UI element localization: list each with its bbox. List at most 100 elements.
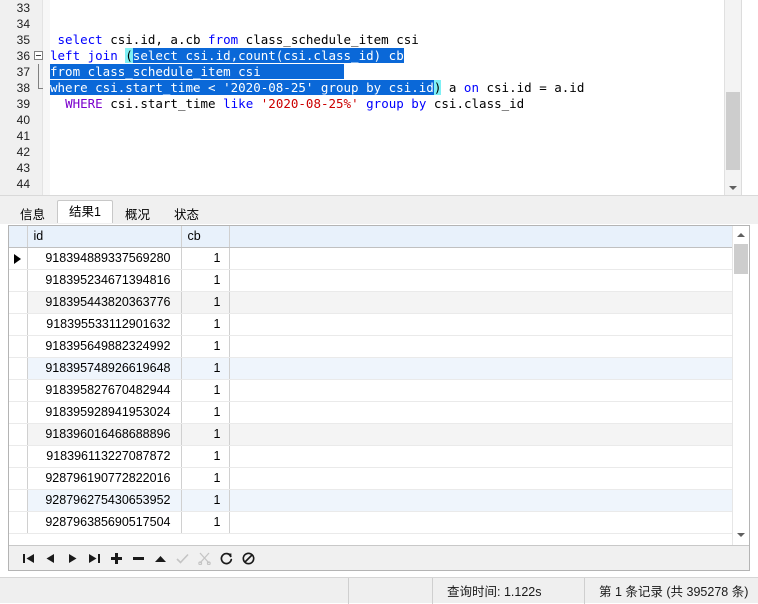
result-grid-pane[interactable]: id cb 918394889337569280 1 918395234671394… [8, 225, 750, 571]
result-tab-bar[interactable]: 信息 结果1 概况 状态 [0, 196, 758, 224]
first-record-icon[interactable] [17, 547, 39, 569]
sql-code-area[interactable]: 33 34 35 select csi.id, a.cb from class_sc… [0, 0, 741, 195]
code-line[interactable]: 42 [0, 144, 741, 160]
grid-scroll-up-button[interactable] [733, 226, 749, 243]
table-row[interactable]: 928796385690517504 1 [9, 511, 733, 534]
code-line[interactable]: 40 [0, 112, 741, 128]
result-tab-strip[interactable]: 信息 结果1 概况 状态 [8, 200, 211, 224]
table-row[interactable]: 918395928941953024 1 [9, 401, 733, 424]
result-table[interactable]: id cb 918394889337569280 1 918395234671394… [9, 226, 733, 534]
column-header-cb[interactable]: cb [181, 226, 230, 248]
table-row[interactable]: 918395533112901632 1 [9, 313, 733, 336]
row-marker-cell[interactable] [9, 357, 28, 380]
cell-id[interactable]: 918395928941953024 [27, 401, 182, 424]
previous-record-icon[interactable] [39, 547, 61, 569]
code-line[interactable]: 37 from class_schedule_item csi [0, 64, 741, 80]
cell-cb[interactable]: 1 [181, 269, 230, 292]
cell-cb[interactable]: 1 [181, 511, 230, 534]
result-tab-2[interactable]: 概况 [112, 204, 162, 224]
cell-cb[interactable]: 1 [181, 423, 230, 446]
cell-cb[interactable]: 1 [181, 467, 230, 490]
editor-vertical-scrollbar[interactable] [724, 0, 741, 195]
code-line[interactable]: 44 [0, 176, 741, 192]
row-marker-cell[interactable] [9, 269, 28, 292]
cell-id[interactable]: 928796385690517504 [27, 511, 182, 534]
record-navigation-toolbar[interactable] [9, 545, 749, 570]
row-marker-cell[interactable] [9, 423, 28, 446]
grid-scrollbar-thumb[interactable] [734, 244, 748, 274]
grid-vertical-scrollbar[interactable] [732, 226, 749, 570]
table-row[interactable]: 918396113227087872 1 [9, 445, 733, 468]
cell-cb[interactable]: 1 [181, 313, 230, 336]
cell-id[interactable]: 928796190772822016 [27, 467, 182, 490]
row-marker-cell[interactable] [9, 313, 28, 336]
cell-id[interactable]: 918394889337569280 [27, 247, 182, 270]
row-marker-cell[interactable] [9, 511, 28, 534]
line-number: 41 [0, 128, 30, 144]
cell-id[interactable]: 918395533112901632 [27, 313, 182, 336]
result-tab-1[interactable]: 结果1 [57, 200, 113, 224]
refresh-icon[interactable] [215, 547, 237, 569]
cell-id[interactable]: 918395649882324992 [27, 335, 182, 358]
code-line[interactable]: 38 where csi.start_time < '2020-08-25' gr… [0, 80, 741, 96]
fold-collapse-icon[interactable] [34, 51, 43, 60]
cell-cb[interactable]: 1 [181, 445, 230, 468]
code-line[interactable]: 43 [0, 160, 741, 176]
result-table-body[interactable]: 918394889337569280 1 918395234671394816 1 91… [9, 247, 733, 534]
table-row[interactable]: 918395748926619648 1 [9, 357, 733, 380]
row-marker-cell[interactable] [9, 467, 28, 490]
table-row[interactable]: 918395443820363776 1 [9, 291, 733, 314]
cell-cb[interactable]: 1 [181, 489, 230, 512]
cell-cb[interactable]: 1 [181, 335, 230, 358]
row-marker-cell[interactable] [9, 379, 28, 402]
result-tab-3[interactable]: 状态 [161, 204, 211, 224]
cell-id[interactable]: 928796275430653952 [27, 489, 182, 512]
editor-scroll-down-button[interactable] [725, 179, 741, 195]
cell-id[interactable]: 918395827670482944 [27, 379, 182, 402]
code-line[interactable]: 35 select csi.id, a.cb from class_schedu… [0, 32, 741, 48]
code-line[interactable]: 41 [0, 128, 741, 144]
table-row[interactable]: 918395234671394816 1 [9, 269, 733, 292]
next-record-icon[interactable] [61, 547, 83, 569]
delete-record-icon[interactable] [127, 547, 149, 569]
table-row[interactable]: 928796275430653952 1 [9, 489, 733, 512]
row-marker-cell[interactable] [9, 401, 28, 424]
status-record-info: 第 1 条记录 (共 395278 条) [584, 577, 758, 604]
table-row[interactable]: 918394889337569280 1 [9, 247, 733, 270]
cell-id[interactable]: 918395234671394816 [27, 269, 182, 292]
stop-icon[interactable] [237, 547, 259, 569]
code-line[interactable]: 34 [0, 16, 741, 32]
cell-cb[interactable]: 1 [181, 291, 230, 314]
cell-cb[interactable]: 1 [181, 401, 230, 424]
row-marker-cell[interactable] [9, 445, 28, 468]
cell-id[interactable]: 918395443820363776 [27, 291, 182, 314]
table-row[interactable]: 918395827670482944 1 [9, 379, 733, 402]
result-tab-0[interactable]: 信息 [8, 204, 58, 224]
table-row[interactable]: 918395649882324992 1 [9, 335, 733, 358]
cell-id[interactable]: 918396113227087872 [27, 445, 182, 468]
cell-id[interactable]: 918395748926619648 [27, 357, 182, 380]
code-line[interactable]: 39 WHERE csi.start_time like '2020-08-25… [0, 96, 741, 112]
line-number: 40 [0, 112, 30, 128]
row-marker-cell[interactable] [9, 247, 28, 270]
grid-scroll-down-button[interactable] [733, 526, 749, 543]
sql-editor-pane[interactable]: 33 34 35 select csi.id, a.cb from class_sc… [0, 0, 758, 196]
editor-scrollbar-thumb[interactable] [726, 92, 740, 170]
table-row[interactable]: 928796190772822016 1 [9, 467, 733, 490]
cell-cb[interactable]: 1 [181, 247, 230, 270]
cell-cb[interactable]: 1 [181, 379, 230, 402]
last-record-icon[interactable] [83, 547, 105, 569]
row-marker-cell[interactable] [9, 291, 28, 314]
row-marker-cell[interactable] [9, 335, 28, 358]
code-line[interactable]: 36 left join (select csi.id,count(csi.cla… [0, 48, 741, 64]
apply-change-icon[interactable] [149, 547, 171, 569]
table-row[interactable]: 918396016468688896 1 [9, 423, 733, 446]
row-marker-cell[interactable] [9, 489, 28, 512]
add-record-icon[interactable] [105, 547, 127, 569]
cell-id[interactable]: 918396016468688896 [27, 423, 182, 446]
code-line[interactable]: 33 [0, 0, 741, 16]
result-grid-viewport[interactable]: id cb 918394889337569280 1 918395234671394… [9, 226, 733, 546]
cell-cb[interactable]: 1 [181, 357, 230, 380]
column-header-id[interactable]: id [27, 226, 182, 248]
